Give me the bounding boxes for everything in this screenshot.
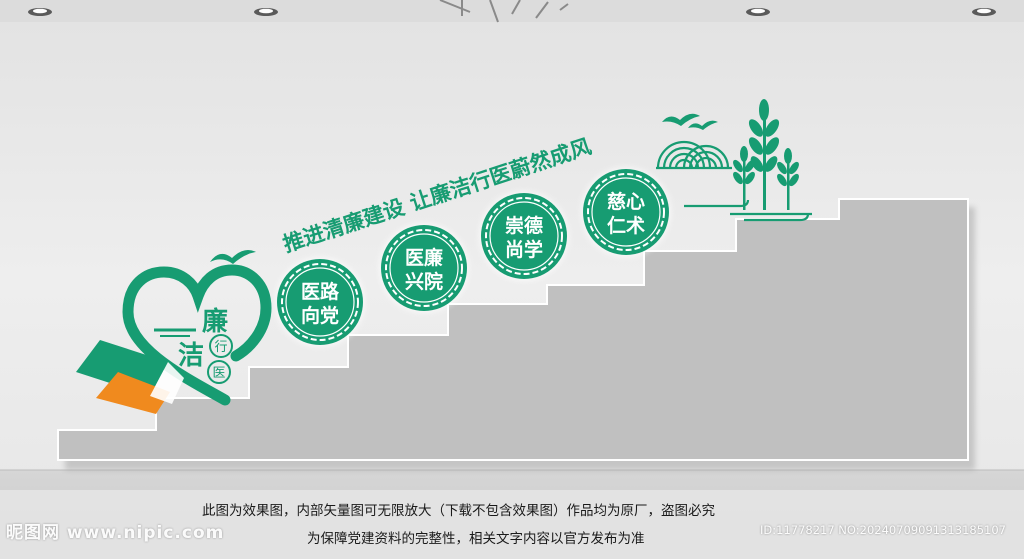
- caption-line-1: 此图为效果图，内部矢量图可无限放大（下载不包含效果图）作品均为原厂，盗图必究: [202, 503, 715, 519]
- wall-scene: 廉 洁 行 医 推进清廉建设 让廉洁行医蔚然成风 医路 向党 医廉 兴院 崇德 …: [0, 0, 1024, 559]
- watermark-id: ID:11778217 NO:20240709091313185107: [760, 523, 1006, 537]
- medallion-1: 医路 向党: [275, 257, 365, 347]
- medallion-2: 医廉 兴院: [379, 223, 469, 313]
- medallion-2-line2: 兴院: [405, 270, 443, 293]
- medallion-3-line1: 崇德: [505, 214, 543, 237]
- medallion-2-line1: 医廉: [405, 246, 443, 269]
- medallion-1-line1: 医路: [301, 280, 340, 303]
- caption-line-2: 为保障党建资料的完整性，相关文字内容以官方发布为准: [307, 531, 645, 547]
- medallion-1-line2: 向党: [301, 304, 339, 327]
- medallion-4-line1: 慈心: [607, 190, 645, 213]
- logo-char-2: 洁: [178, 341, 204, 370]
- medallion-4: 慈心 仁术: [581, 167, 671, 257]
- medallion-3: 崇德 尚学: [479, 191, 569, 281]
- logo-char-3: 行: [214, 340, 227, 355]
- medallion-4-line2: 仁术: [607, 214, 645, 237]
- logo-char-1: 廉: [202, 306, 228, 336]
- watermark-brand: 昵图网 www.nipic.com: [6, 523, 225, 543]
- medallion-3-line2: 尚学: [505, 238, 543, 261]
- logo-char-4: 医: [212, 366, 225, 381]
